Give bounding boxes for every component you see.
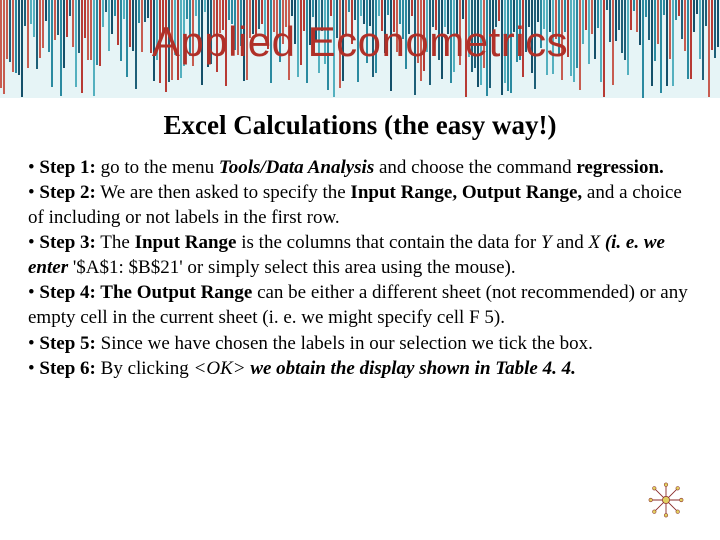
title-banner: Applied Econometrics <box>0 0 720 98</box>
text: and choose the command <box>374 157 576 178</box>
step-5: • Step 5: Since we have chosen the label… <box>28 331 692 356</box>
var-x: X <box>588 232 600 253</box>
slide-body: Excel Calculations (the easy way!) • Ste… <box>0 98 720 381</box>
bullet: • <box>28 282 39 303</box>
step-label: Step 3: <box>39 232 95 253</box>
bullet: • <box>28 182 39 203</box>
step-label: Step 6: <box>39 358 95 379</box>
slide-subtitle: Excel Calculations (the easy way!) <box>28 110 692 141</box>
text: and <box>552 232 589 253</box>
step-3: • Step 3: The Input Range is the columns… <box>28 230 692 280</box>
step-2: • Step 2: We are then asked to specify t… <box>28 180 692 230</box>
command-name: regression. <box>576 157 663 178</box>
text: We are then asked to specify the <box>96 182 351 203</box>
ok-button-mention: <OK> <box>194 358 246 379</box>
text: go to the menu <box>96 157 219 178</box>
text: is the columns that contain the data for <box>237 232 541 253</box>
input-range-label: Input Range <box>135 232 237 253</box>
step-label: Step 2: <box>39 182 95 203</box>
bullet: • <box>28 157 39 178</box>
slide-title: Applied Econometrics <box>0 18 720 66</box>
text: Since we have chosen the labels in our s… <box>96 333 593 354</box>
text: '$A$1: $B$21' or simply select this area… <box>68 257 515 278</box>
publisher-logo-icon <box>648 482 684 518</box>
bullet: • <box>28 232 39 253</box>
range-names: Input Range, Output Range, <box>350 182 582 203</box>
menu-path: Tools/Data Analysis <box>219 157 374 178</box>
result-ref: we obtain the display shown in Table 4. … <box>250 358 576 379</box>
text: By clicking <box>96 358 194 379</box>
step-label: Step 5: <box>39 333 95 354</box>
step-label: Step 4: The Output Range <box>39 282 252 303</box>
bullet: • <box>28 333 39 354</box>
step-1: • Step 1: go to the menu Tools/Data Anal… <box>28 155 692 180</box>
var-y: Y <box>541 232 552 253</box>
step-4: • Step 4: The Output Range can be either… <box>28 280 692 330</box>
steps-list: • Step 1: go to the menu Tools/Data Anal… <box>28 155 692 381</box>
text: The <box>96 232 135 253</box>
bullet: • <box>28 358 39 379</box>
step-label: Step 1: <box>39 157 95 178</box>
step-6: • Step 6: By clicking <OK> we obtain the… <box>28 356 692 381</box>
